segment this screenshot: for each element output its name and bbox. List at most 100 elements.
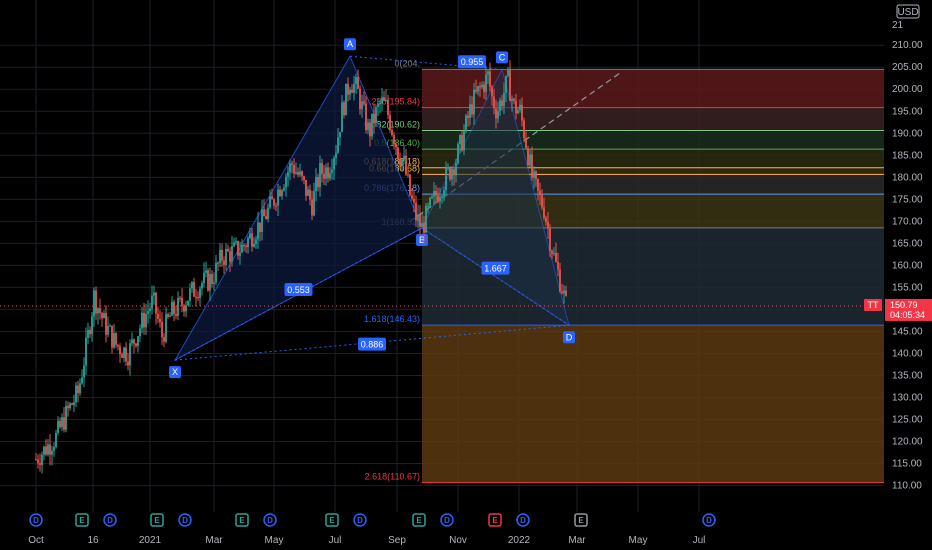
candle-body	[223, 260, 225, 265]
ratio-label: 0.886	[358, 337, 386, 351]
price-tick-label: 210.00	[892, 40, 923, 51]
time-axis[interactable]: Oct 16 2021 Mar May Jul Sep Nov 2022 Mar May Jul	[28, 535, 705, 546]
time-tick-label: Mar	[205, 535, 223, 546]
candle-body	[163, 337, 165, 342]
candle-body	[141, 312, 143, 329]
candle-body	[527, 147, 529, 166]
candle-body	[551, 250, 553, 254]
time-tick-label: Nov	[449, 535, 467, 546]
candle-body	[335, 152, 337, 159]
candle-body	[479, 86, 481, 88]
candle-body	[145, 313, 147, 328]
candle-body	[549, 228, 551, 251]
price-chart[interactable]: 0(204.0.236(195.84)0.382(190.62)0.5(186.…	[0, 0, 932, 550]
candle-body	[123, 347, 125, 358]
candle-body	[61, 417, 63, 428]
candle-body	[217, 262, 219, 264]
candle-body	[535, 171, 537, 179]
ratio-label: 1.667	[481, 261, 510, 275]
candle-body	[221, 249, 223, 261]
currency-label: USD	[897, 7, 918, 18]
price-tick-label-partial: 21	[892, 20, 904, 31]
candle-body	[487, 71, 489, 75]
candle-body	[181, 297, 183, 306]
candle-body	[241, 245, 243, 253]
time-tick-label: 16	[87, 535, 99, 546]
price-tick-label: 120.00	[892, 437, 923, 448]
candle-body	[367, 122, 369, 131]
candle-body	[517, 110, 519, 114]
currency-badge[interactable]: USD	[896, 4, 920, 19]
candle-body	[447, 167, 449, 169]
candle-body	[191, 282, 193, 289]
candle-body	[501, 100, 503, 106]
candle-body	[309, 189, 311, 200]
pattern-point-c[interactable]: C	[496, 51, 508, 64]
candle-body	[489, 71, 491, 87]
candle-body	[113, 332, 115, 348]
price-tick-label: 175.00	[892, 194, 923, 205]
pattern-point-b[interactable]: B	[416, 233, 428, 246]
candle-body	[437, 195, 439, 202]
candle-body	[339, 131, 341, 138]
time-tick-label: Mar	[568, 535, 586, 546]
candle-body	[63, 417, 65, 430]
candle-body	[55, 432, 57, 447]
candle-body	[59, 420, 61, 428]
ratio-value: 0.553	[287, 285, 310, 295]
candle-body	[375, 107, 377, 124]
candle-body	[331, 169, 333, 173]
candle-body	[269, 196, 271, 208]
price-tick-label: 185.00	[892, 150, 923, 161]
candle-body	[395, 144, 397, 148]
candle-body	[511, 98, 513, 101]
candle-body	[211, 274, 213, 285]
fib-retracement[interactable]: 0(204.0.236(195.84)0.382(190.62)0.5(186.…	[364, 58, 884, 484]
candle-body	[129, 343, 131, 366]
candle-body	[153, 292, 155, 296]
candle-body	[299, 171, 301, 175]
candle-body	[135, 343, 137, 346]
candle-body	[105, 313, 107, 335]
ratio-value: 1.667	[484, 264, 507, 274]
point-label: A	[347, 39, 353, 49]
candle-body	[531, 154, 533, 178]
chart-root[interactable]: 0(204. 0.236(195.84) 0.382(190.62) 0.5(186.…	[0, 0, 932, 550]
pattern-point-d[interactable]: D	[563, 331, 575, 344]
candle-body	[289, 163, 291, 173]
candle-body	[247, 238, 249, 248]
candle-body	[291, 163, 293, 165]
candle-body	[547, 222, 549, 229]
candle-body	[557, 261, 559, 270]
candle-body	[443, 190, 445, 197]
candle-body	[239, 252, 241, 256]
candle-body	[257, 222, 259, 240]
candle-body	[51, 450, 53, 455]
event-label: D	[182, 516, 188, 525]
candle-body	[213, 282, 215, 285]
pattern-point-a[interactable]: A	[344, 38, 356, 51]
candle-body	[119, 346, 121, 355]
candle-body	[381, 97, 383, 104]
candle-body	[523, 120, 525, 139]
candle-body	[271, 196, 273, 200]
candle-body	[97, 308, 99, 314]
candle-body	[273, 199, 275, 206]
candle-body	[65, 405, 67, 430]
candle-body	[537, 178, 539, 191]
candle-body	[127, 361, 129, 366]
candle-body	[209, 274, 211, 291]
candle-body	[77, 385, 79, 394]
candle-body	[461, 135, 463, 151]
time-tick-label: May	[629, 535, 648, 546]
candle-body	[251, 233, 253, 247]
candle-body	[167, 314, 169, 317]
pattern-point-x[interactable]: X	[169, 366, 181, 379]
candle-body	[41, 454, 43, 465]
price-tick-label: 140.00	[892, 348, 923, 359]
candle-body	[111, 325, 113, 348]
event-label: E	[578, 516, 584, 525]
candle-body	[469, 104, 471, 118]
candle-body	[327, 167, 329, 179]
candle-body	[515, 100, 517, 114]
